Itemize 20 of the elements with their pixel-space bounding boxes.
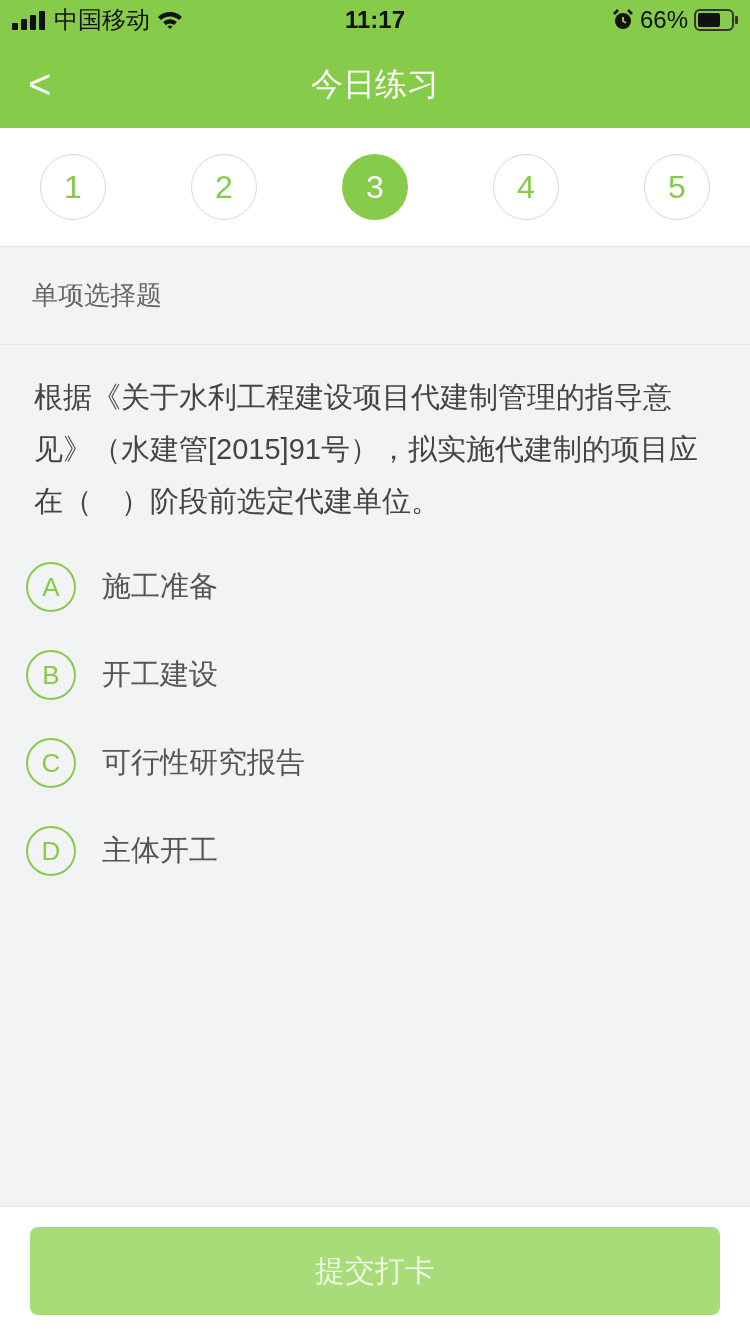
alarm-icon: [611, 9, 634, 31]
question-number[interactable]: 5: [644, 154, 710, 220]
answer-option[interactable]: D 主体开工: [26, 807, 724, 895]
question-type: 单项选择题: [32, 279, 162, 312]
clock-time: 11:17: [344, 5, 406, 35]
battery-percent: 66%: [639, 5, 688, 35]
question-number[interactable]: 2: [191, 154, 257, 220]
battery-icon: [694, 9, 738, 31]
answer-option[interactable]: B 开工建设: [26, 631, 724, 719]
question-text: 根据《关于水利工程建设项目代建制管理的指导意见》（水建管[2015]91号），拟实施代建制的项目应在（ ）阶段前选定代建单位。: [33, 380, 699, 519]
signal-icon: [12, 10, 48, 30]
carrier-name: 中国移动: [54, 5, 150, 35]
answer-option[interactable]: C 可行性研究报告: [26, 719, 724, 807]
question-number[interactable]: 3: [342, 154, 408, 220]
back-button[interactable]: <: [24, 64, 56, 104]
wifi-icon: [156, 10, 184, 30]
page-title: 今日练习: [311, 65, 439, 104]
question-number[interactable]: 1: [40, 154, 106, 220]
question-number[interactable]: 4: [493, 154, 559, 220]
answer-option[interactable]: A 施工准备: [26, 543, 724, 631]
